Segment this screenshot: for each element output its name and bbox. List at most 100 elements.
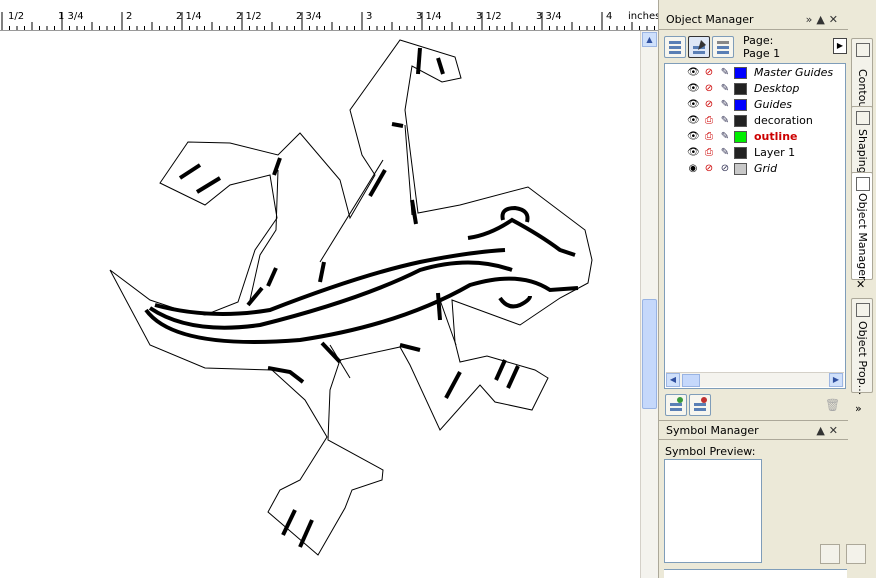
layer-row[interactable]: ◉ ⊘ ⊘ Grid [665,161,845,177]
pencil-icon[interactable]: ✎ [719,67,731,79]
drawing-canvas[interactable] [0,31,640,578]
tab-shaping-label: Shaping [856,129,869,174]
layer-list-hscrollbar[interactable]: ◀ ▶ [666,372,844,387]
printer-icon[interactable]: ⎙ [703,147,715,159]
symbol-header-buttons: ▲✕ [816,424,842,437]
page-menu-button[interactable]: ▶ [833,38,847,54]
ruler-label: 3 1/2 [476,11,502,22]
ruler-label: 3 3/4 [536,11,562,22]
close-icon[interactable]: ✕ [829,13,842,26]
export-symbol-button[interactable] [820,544,840,564]
scroll-up-button[interactable]: ▲ [642,32,657,47]
pencil-icon[interactable]: ✎ [719,131,731,143]
layer-color-swatch[interactable] [734,67,747,79]
ruler-label: 4 [606,11,613,22]
layer-row[interactable]: 👁 ⎙ ✎ decoration [665,113,845,129]
layer-name[interactable]: Layer 1 [754,146,795,159]
printer-icon[interactable]: ⎙ [703,115,715,127]
pencil-icon[interactable]: ✎ [719,99,731,111]
eye-icon[interactable]: 👁 [687,67,700,79]
layer-manager-view-button[interactable] [712,36,734,58]
tab-object-properties-label: Object Prop... [856,321,869,396]
layer-row[interactable]: 👁 ⎙ ✎ outline [665,129,845,145]
pencil-icon[interactable]: ✎ [719,115,731,127]
layer-row[interactable]: 👁 ⊘ ✎ Desktop [665,81,845,97]
eye-icon[interactable]: 👁 [687,99,700,111]
eye-icon[interactable]: 👁 [687,147,700,159]
contour-icon [856,43,870,57]
shaping-icon [856,111,870,125]
new-layer-icon [670,397,683,411]
layers-list-icon [669,41,681,54]
scroll-left-button[interactable]: ◀ [666,373,680,387]
hscroll-thumb[interactable] [682,374,700,387]
edit-layers-icon [693,40,706,54]
object-manager-header: Object Manager »▲✕ [659,10,848,30]
docker-panel: Object Manager »▲✕ Page: Page 1 ▶ 👁 ⊘ ✎ Mas… [658,0,876,579]
close-icon[interactable]: ✕ [829,424,842,437]
layer-row[interactable]: 👁 ⎙ ✎ Layer 1 [665,145,845,161]
layer-list[interactable]: 👁 ⊘ ✎ Master Guides 👁 ⊘ ✎ Desktop 👁 ⊘ ✎ Guides 👁 ⎙ ✎ de… [664,63,846,389]
no-print-icon[interactable]: ⊘ [703,163,715,175]
layer-color-swatch[interactable] [734,131,747,143]
panel-header-buttons: »▲✕ [806,13,842,26]
object-properties-icon [856,303,870,317]
import-symbol-button[interactable] [846,544,866,564]
symbol-manager-title: Symbol Manager [666,424,759,437]
scroll-thumb[interactable] [642,299,657,409]
layer-name[interactable]: decoration [754,114,813,127]
layer-color-swatch[interactable] [734,115,747,127]
layer-name[interactable]: Master Guides [754,66,833,79]
ruler-label: 3 [366,11,373,22]
no-print-icon[interactable]: ⊘ [703,99,715,111]
close-tab-icon[interactable]: ✕ [856,278,865,291]
pencil-icon[interactable]: ✎ [719,147,731,159]
lock-icon[interactable]: ⊘ [719,163,731,175]
expand-icon[interactable]: » [806,13,817,26]
layer-row[interactable]: 👁 ⊘ ✎ Master Guides [665,65,845,81]
layer-color-swatch[interactable] [734,83,747,95]
show-object-properties-button[interactable] [664,36,686,58]
trash-icon[interactable]: 🗑 [825,398,840,412]
edit-across-layers-button[interactable] [688,36,710,58]
eye-icon[interactable]: 👁 [687,131,700,143]
ruler-label: 1/2 [8,11,25,22]
eye-icon[interactable]: 👁 [687,115,700,127]
vertical-scrollbar[interactable]: ▲ [640,31,658,578]
layer-color-swatch[interactable] [734,99,747,111]
collapse-icon[interactable]: ▲ [816,13,828,26]
layer-name[interactable]: outline [754,130,797,143]
layer-name[interactable]: Desktop [754,82,799,95]
tab-object-properties[interactable]: Object Prop... [851,298,873,396]
lizard-drawing[interactable] [0,31,640,578]
symbol-preview-box [664,459,762,563]
collapse-icon[interactable]: ▲ [816,424,828,437]
ruler-label: 2 3/4 [296,11,322,22]
layer-name[interactable]: Guides [754,98,792,111]
eye-icon[interactable]: 👁 [687,83,700,95]
ruler-label: 3 1/4 [416,11,442,22]
eye-icon[interactable]: ◉ [687,163,699,175]
layer-color-swatch[interactable] [734,147,747,159]
scroll-right-button[interactable]: ▶ [829,373,843,387]
horizontal-ruler[interactable]: 1/2 1 3/4 2 2 1/4 2 1/2 2 3/4 3 3 1/4 3 … [0,0,658,31]
new-master-layer-icon [694,397,707,411]
new-master-layer-button[interactable] [689,394,711,416]
page-info: Page: Page 1 [743,34,780,60]
lizard-decoration[interactable] [144,47,579,548]
layer-row[interactable]: 👁 ⊘ ✎ Guides [665,97,845,113]
object-manager-title: Object Manager [666,13,754,26]
printer-icon[interactable]: ⎙ [703,131,715,143]
new-layer-button[interactable] [665,394,687,416]
docker-tab-strip: Contour Shaping Object Manager ✕ Object … [848,20,876,420]
tab-object-manager[interactable]: Object Manager [851,172,873,281]
no-print-icon[interactable]: ⊘ [703,67,715,79]
more-tabs-icon[interactable]: » [855,402,862,415]
layer-color-swatch[interactable] [734,163,747,175]
pencil-icon[interactable]: ✎ [719,83,731,95]
ruler-label: 2 1/2 [236,11,262,22]
tab-object-manager-label: Object Manager [856,193,869,281]
no-print-icon[interactable]: ⊘ [703,83,715,95]
layer-name[interactable]: Grid [754,162,777,175]
symbol-preview-label: Symbol Preview: [665,445,756,458]
